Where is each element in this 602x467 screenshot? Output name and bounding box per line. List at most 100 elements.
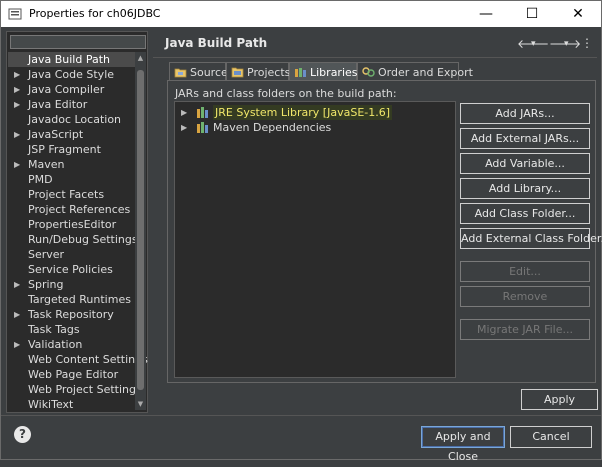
sidebar-item-label: Server (28, 248, 65, 261)
expand-arrow-icon[interactable]: ▶ (14, 97, 20, 112)
add-library-button[interactable]: Add Library... (460, 178, 590, 199)
back-dropdown-icon[interactable]: ▾ (531, 39, 536, 49)
migrate-jar-file-button[interactable]: Migrate JAR File... (460, 319, 590, 340)
libraries-icon (295, 68, 306, 77)
edit-button[interactable]: Edit... (460, 261, 590, 282)
sidebar-item-label: WikiText (28, 398, 74, 411)
sidebar-item[interactable]: Javadoc Location (8, 112, 136, 127)
scroll-up-icon[interactable]: ▲ (135, 54, 146, 62)
page-header: Java Build Path 🡐 ▾ 🡒 ▾ ⋮ (153, 31, 597, 55)
library-label: JRE System Library [JavaSE-1.6] (213, 105, 393, 120)
sidebar-item-label: Task Repository (28, 308, 114, 321)
tab-order-and-export-label: Order and Export (378, 66, 473, 79)
sidebar-item[interactable]: Targeted Runtimes (8, 292, 136, 307)
cancel-button[interactable]: Cancel (510, 426, 592, 448)
scrollbar-thumb[interactable] (137, 70, 144, 390)
expand-arrow-icon[interactable]: ▶ (181, 120, 187, 135)
tab-source[interactable]: Source (169, 62, 228, 81)
sidebar-item[interactable]: Web Project Settings (8, 382, 142, 397)
sidebar-item[interactable]: Service Policies (8, 262, 136, 277)
sidebar-item-label: Web Project Settings (28, 383, 142, 396)
add-external-class-folder-button[interactable]: Add External Class Folder... (460, 228, 602, 249)
projects-icon (231, 67, 244, 78)
sidebar-scrollbar[interactable]: ▲ ▼ (135, 52, 146, 410)
tab-libraries[interactable]: Libraries (289, 62, 358, 82)
sidebar-item[interactable]: Project References (8, 202, 136, 217)
expand-arrow-icon[interactable]: ▶ (14, 82, 20, 97)
source-icon (174, 68, 187, 78)
sidebar-item-label: Validation (28, 338, 83, 351)
tab-libraries-label: Libraries (310, 66, 358, 79)
eclipse-app-icon (8, 8, 22, 20)
properties-dialog: Properties for ch06JDBC — ☐ ✕ Java Build… (0, 0, 602, 463)
apply-button[interactable]: Apply (521, 389, 598, 410)
sidebar-item-label: Java Code Style (28, 68, 115, 81)
view-menu-icon[interactable]: ⋮ (581, 36, 593, 50)
minimize-button[interactable]: — (463, 1, 509, 27)
remove-button[interactable]: Remove (460, 286, 590, 307)
library-icon (197, 107, 208, 118)
sidebar-item[interactable]: ▶ Validation (8, 337, 136, 352)
sidebar-item-label: Java Build Path (28, 53, 111, 66)
expand-arrow-icon[interactable]: ▶ (14, 157, 20, 172)
build-path-caption: JARs and class folders on the build path… (175, 87, 397, 100)
sidebar-item[interactable]: Project Facets (8, 187, 136, 202)
add-class-folder-button[interactable]: Add Class Folder... (460, 203, 590, 224)
sidebar-item[interactable]: ▶ Java Editor (8, 97, 136, 112)
sidebar-item-label: PMD (28, 173, 53, 186)
sidebar-item-label: Java Editor (28, 98, 88, 111)
sidebar-item[interactable]: JSP Fragment (8, 142, 136, 157)
expand-arrow-icon[interactable]: ▶ (14, 277, 20, 292)
close-window-button[interactable]: ✕ (555, 1, 601, 27)
sidebar-item-label: Javadoc Location (28, 113, 122, 126)
apply-and-close-button[interactable]: Apply and Close (421, 426, 505, 463)
expand-arrow-icon[interactable]: ▶ (14, 67, 20, 82)
forward-dropdown-icon[interactable]: ▾ (564, 39, 569, 49)
sidebar-item[interactable]: Web Page Editor (8, 367, 136, 382)
sidebar-item[interactable]: Web Content Settings (8, 352, 148, 367)
sidebar-item[interactable]: PropertiesEditor (8, 217, 136, 232)
sidebar-item[interactable]: Server (8, 247, 136, 262)
expand-arrow-icon[interactable]: ▶ (181, 105, 187, 120)
sidebar-item-label: Project Facets (28, 188, 105, 201)
sidebar-item[interactable]: Run/Debug Settings (8, 232, 138, 247)
sidebar-item-label: JavaScript (28, 128, 84, 141)
expand-arrow-icon[interactable]: ▶ (14, 127, 20, 142)
sidebar-item[interactable]: ▶ Java Code Style (8, 67, 136, 82)
library-icon (197, 122, 208, 133)
sidebar-item-label: Java Compiler (28, 83, 105, 96)
sidebar-item[interactable]: ▶ Java Compiler (8, 82, 136, 97)
libraries-tab-panel: JARs and class folders on the build path… (167, 80, 602, 383)
sidebar-item-label: Task Tags (28, 323, 80, 336)
libraries-tree: ▶ JRE System Library [JavaSE-1.6] ▶ Mave… (174, 101, 456, 378)
sidebar-item-label: JSP Fragment (28, 143, 101, 156)
title-bar: Properties for ch06JDBC — ☐ ✕ (1, 1, 601, 27)
expand-arrow-icon[interactable]: ▶ (14, 337, 20, 352)
sidebar-item-label: Web Content Settings (28, 353, 148, 366)
add-external-jars-button[interactable]: Add External JARs... (460, 128, 590, 149)
sidebar-item[interactable]: ▶ Task Repository (8, 307, 136, 322)
expand-arrow-icon[interactable]: ▶ (14, 307, 20, 322)
property-pages-tree: Java Build Path ▶ Java Code Style ▶ Java Com… (8, 52, 148, 412)
add-jars-button[interactable]: Add JARs... (460, 103, 590, 124)
sidebar-item[interactable]: ▶ Maven (8, 157, 136, 172)
library-entry[interactable]: ▶ Maven Dependencies (175, 120, 455, 135)
sidebar-item[interactable]: Java Build Path (8, 52, 136, 67)
sidebar-item[interactable]: WikiText (8, 397, 136, 412)
tab-source-label: Source (190, 66, 228, 79)
sidebar-item[interactable]: ▶ Spring (8, 277, 136, 292)
window-title: Properties for ch06JDBC (29, 7, 161, 20)
scroll-down-icon[interactable]: ▼ (135, 400, 146, 408)
sidebar-item[interactable]: ▶ JavaScript (8, 127, 136, 142)
tab-projects[interactable]: Projects (226, 62, 290, 81)
footer-divider (1, 415, 601, 416)
sidebar-item[interactable]: PMD (8, 172, 136, 187)
library-entry[interactable]: ▶ JRE System Library [JavaSE-1.6] (175, 105, 455, 120)
tab-order-and-export[interactable]: Order and Export (357, 62, 473, 81)
add-variable-button[interactable]: Add Variable... (460, 153, 590, 174)
sidebar-item[interactable]: Task Tags (8, 322, 136, 337)
maximize-button[interactable]: ☐ (509, 1, 555, 27)
help-icon[interactable]: ? (14, 426, 31, 443)
filter-input[interactable] (10, 35, 146, 49)
sidebar-item-label: Targeted Runtimes (28, 293, 131, 306)
